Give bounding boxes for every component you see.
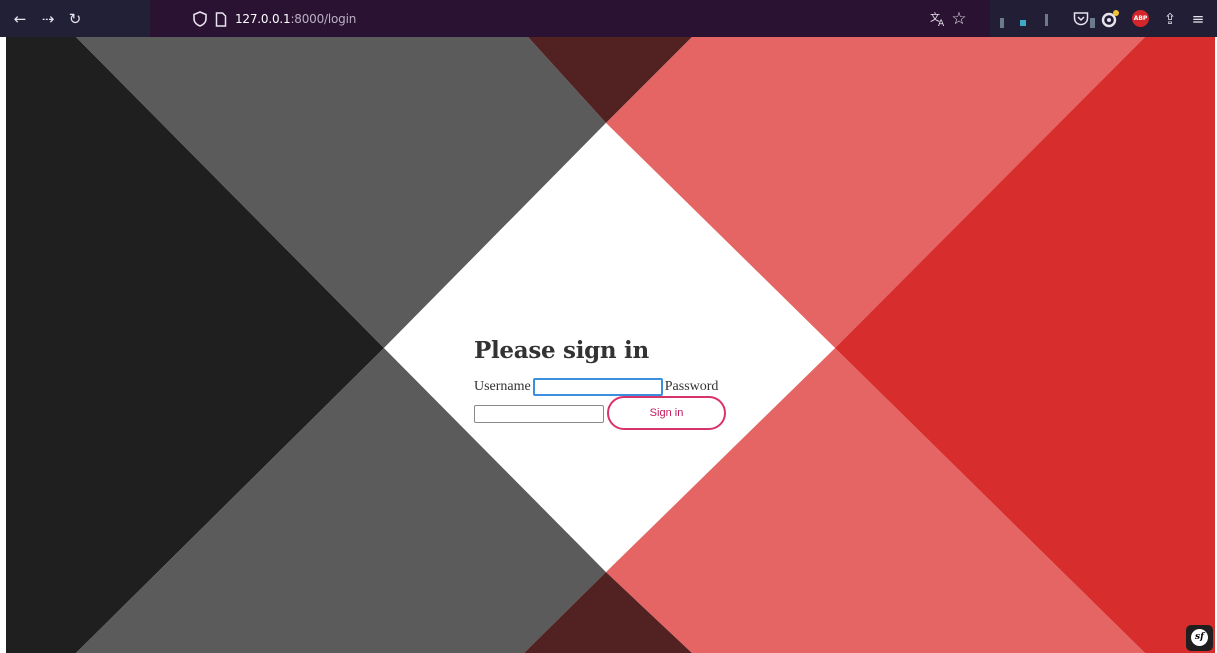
adblock-plus-icon[interactable]: ABP: [1132, 10, 1149, 27]
login-page: Please sign in Username Password Sign in …: [6, 37, 1215, 653]
pocket-icon[interactable]: [1073, 11, 1089, 26]
login-form: Please sign in Username Password Sign in: [474, 337, 774, 430]
username-label: Username: [474, 379, 531, 395]
share-icon[interactable]: ⇪: [1160, 9, 1180, 29]
bookmark-star-icon[interactable]: ☆: [949, 9, 969, 29]
credentials-row: Username Password: [474, 378, 718, 396]
forward-arrow-icon[interactable]: ⇢: [38, 9, 58, 29]
symfony-icon: sf: [1191, 629, 1208, 646]
page-icon: [215, 11, 227, 27]
back-arrow-icon[interactable]: ←: [10, 9, 30, 29]
menu-icon[interactable]: ≡: [1188, 9, 1208, 29]
extension-icon[interactable]: [1100, 9, 1120, 29]
symfony-toolbar-toggle[interactable]: sf: [1186, 625, 1213, 651]
reload-icon[interactable]: ↻: [65, 9, 85, 29]
browser-toolbar: ← ⇢ ↻ 127.0.0.1:8000/login 文 A ☆ ABP ⇪ ≡: [0, 0, 1217, 37]
shield-icon[interactable]: [193, 11, 207, 27]
username-field[interactable]: [532, 378, 663, 396]
password-label: Password: [664, 379, 719, 395]
url-text[interactable]: 127.0.0.1:8000/login: [235, 12, 356, 26]
sign-in-button[interactable]: Sign in: [607, 396, 726, 430]
url-bar[interactable]: 127.0.0.1:8000/login: [193, 8, 356, 30]
svg-text:A: A: [938, 19, 945, 28]
password-field[interactable]: [474, 405, 604, 423]
toolbar-background: [0, 0, 1217, 37]
translate-icon[interactable]: 文 A: [929, 10, 947, 28]
page-title: Please sign in: [474, 337, 649, 364]
